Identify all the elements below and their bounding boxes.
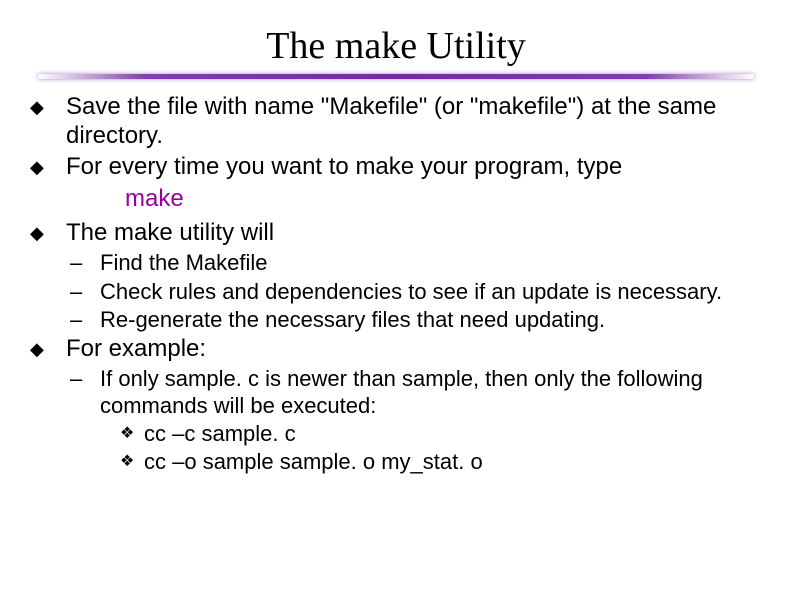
bullet-text: Check rules and dependencies to see if a…: [100, 279, 762, 305]
slide-body: ◆ Save the file with name "Makefile" (or…: [0, 93, 792, 476]
subbullet-if-only-sample: – If only sample. c is newer than sample…: [70, 366, 762, 419]
bullet-save-file: ◆ Save the file with name "Makefile" (or…: [30, 93, 762, 151]
bullet-text: Find the Makefile: [100, 250, 762, 276]
subsubbullet-cc-o: ❖ cc –o sample sample. o my_stat. o: [120, 449, 762, 475]
diamond-icon: ◆: [30, 153, 66, 182]
bullet-text: cc –c sample. c: [144, 421, 762, 447]
subsubbullet-cc-c: ❖ cc –c sample. c: [120, 421, 762, 447]
bullet-text: If only sample. c is newer than sample, …: [100, 366, 762, 419]
subbullet-check-rules: – Check rules and dependencies to see if…: [70, 279, 762, 305]
dash-icon: –: [70, 366, 100, 419]
text-pre: The: [66, 219, 114, 246]
code-inline: make: [114, 219, 173, 246]
bullet-make-utility-will: ◆ The make utility will: [30, 219, 762, 248]
bullet-for-every-time: ◆ For every time you want to make your p…: [30, 153, 762, 182]
diamond-outline-icon: ❖: [120, 421, 144, 447]
slide-title: The make Utility: [0, 0, 792, 74]
bullet-text: Re-generate the necessary files that nee…: [100, 307, 762, 333]
diamond-icon: ◆: [30, 93, 66, 151]
subbullet-regenerate: – Re-generate the necessary files that n…: [70, 307, 762, 333]
subbullet-find-makefile: – Find the Makefile: [70, 250, 762, 276]
dash-icon: –: [70, 250, 100, 276]
bullet-text: The make utility will: [66, 219, 762, 248]
diamond-icon: ◆: [30, 219, 66, 248]
title-underline: [38, 74, 754, 79]
diamond-outline-icon: ❖: [120, 449, 144, 475]
bullet-text: cc –o sample sample. o my_stat. o: [144, 449, 762, 475]
bullet-text: For every time you want to make your pro…: [66, 153, 762, 182]
bullet-text: Save the file with name "Makefile" (or "…: [66, 93, 762, 151]
dash-icon: –: [70, 307, 100, 333]
dash-icon: –: [70, 279, 100, 305]
text-post: utility will: [173, 219, 274, 246]
bullet-text: For example:: [66, 335, 762, 364]
bullet-for-example: ◆ For example:: [30, 335, 762, 364]
diamond-icon: ◆: [30, 335, 66, 364]
code-make: make: [125, 183, 762, 219]
